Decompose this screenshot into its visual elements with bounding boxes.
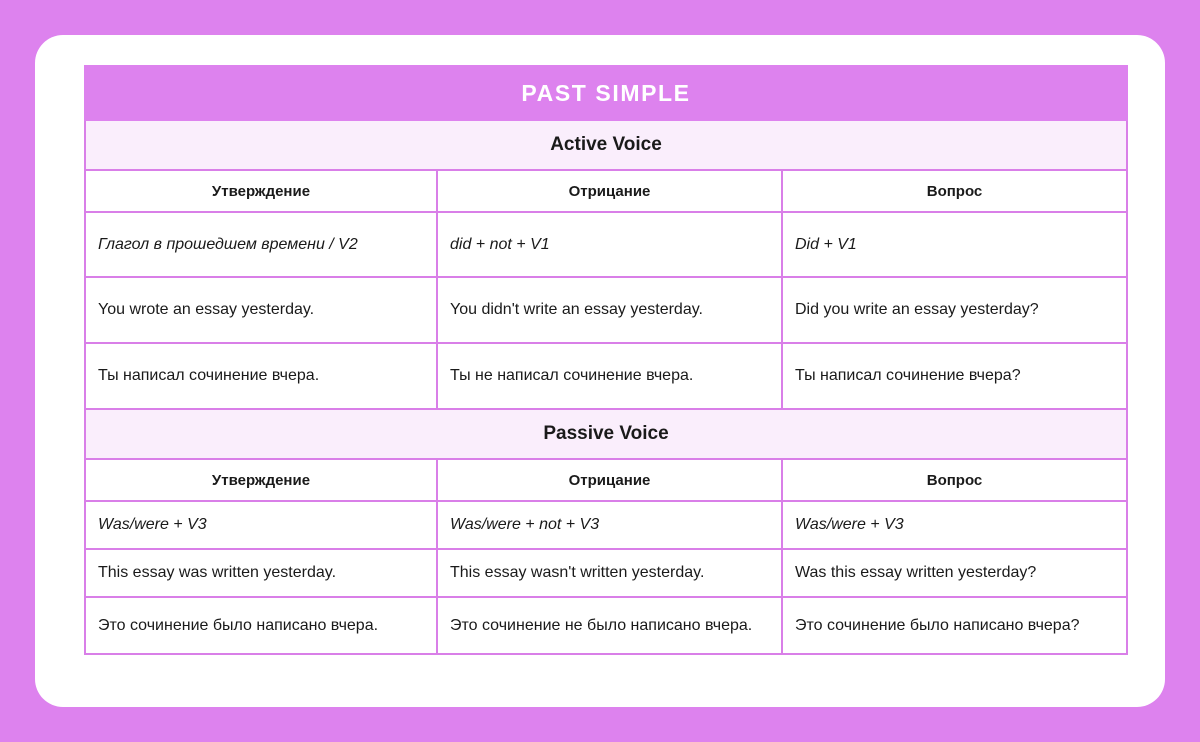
table-row: Ты написал сочинение вчера. Ты не написа… (84, 342, 1129, 410)
table-row: You wrote an essay yesterday. You didn't… (84, 276, 1129, 344)
example-ru-negative-passive: Это сочинение не было написано вчера. (436, 596, 783, 655)
column-header-negative-active: Отрицание (436, 169, 783, 213)
table-row: Это сочинение было написано вчера. Это с… (84, 596, 1129, 655)
column-header-negative-passive: Отрицание (436, 458, 783, 502)
example-en-question-active: Did you write an essay yesterday? (780, 276, 1129, 344)
column-headers-passive: Утверждение Отрицание Вопрос (84, 458, 1129, 502)
column-headers-active: Утверждение Отрицание Вопрос (84, 169, 1129, 213)
column-header-question-passive: Вопрос (780, 458, 1129, 502)
content-card: PAST SIMPLE Active Voice Утверждение Отр… (35, 35, 1165, 707)
example-ru-question-passive: Это сочинение было написано вчера? (780, 596, 1129, 655)
example-ru-affirmative-active: Ты написал сочинение вчера. (84, 342, 438, 410)
example-en-affirmative-active: You wrote an essay yesterday. (84, 276, 438, 344)
example-en-negative-passive: This essay wasn't written yesterday. (436, 548, 783, 598)
column-header-affirmative-active: Утверждение (84, 169, 438, 213)
past-simple-grammar-table: PAST SIMPLE Active Voice Утверждение Отр… (83, 65, 1129, 655)
column-header-affirmative-passive: Утверждение (84, 458, 438, 502)
grammar-table-wrapper: PAST SIMPLE Active Voice Утверждение Отр… (83, 65, 1129, 655)
example-en-negative-active: You didn't write an essay yesterday. (436, 276, 783, 344)
voice-band-passive: Passive Voice (83, 408, 1129, 460)
table-row: Was/were + V3 Was/were + not + V3 Was/we… (84, 500, 1129, 550)
example-ru-affirmative-passive: Это сочинение было написано вчера. (84, 596, 438, 655)
voice-label-passive: Passive Voice (83, 408, 1129, 460)
voice-band-active: Active Voice (83, 119, 1129, 171)
page-title: PAST SIMPLE (83, 65, 1129, 121)
column-header-question-active: Вопрос (780, 169, 1129, 213)
formula-affirmative-active: Глагол в прошедшем времени / V2 (84, 211, 438, 278)
formula-negative-active: did + not + V1 (436, 211, 783, 278)
example-ru-negative-active: Ты не написал сочинение вчера. (436, 342, 783, 410)
example-ru-question-active: Ты написал сочинение вчера? (780, 342, 1129, 410)
table-row: This essay was written yesterday. This e… (84, 548, 1129, 598)
formula-question-active: Did + V1 (780, 211, 1129, 278)
voice-label-active: Active Voice (83, 119, 1129, 171)
table-title-row: PAST SIMPLE (83, 65, 1129, 121)
table-row: Глагол в прошедшем времени / V2 did + no… (84, 211, 1129, 278)
formula-affirmative-passive: Was/were + V3 (84, 500, 438, 550)
formula-negative-passive: Was/were + not + V3 (436, 500, 783, 550)
example-en-question-passive: Was this essay written yesterday? (780, 548, 1129, 598)
formula-question-passive: Was/were + V3 (780, 500, 1129, 550)
example-en-affirmative-passive: This essay was written yesterday. (84, 548, 438, 598)
